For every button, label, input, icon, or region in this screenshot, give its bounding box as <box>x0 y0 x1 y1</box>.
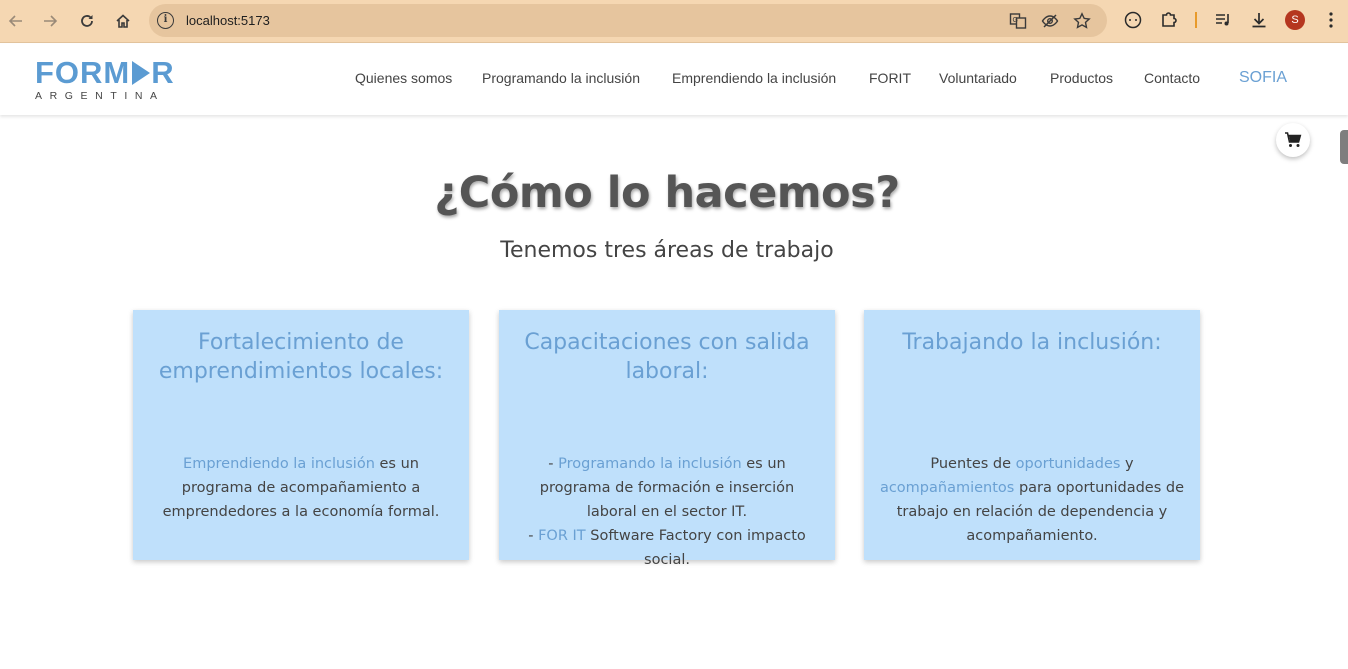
site-header: FORM R ARGENTINA Quienes somos Programand… <box>0 44 1348 115</box>
cart-icon <box>1285 132 1302 147</box>
card-body: - Programando la inclusión es un program… <box>513 452 821 572</box>
logo-text-left: FORM <box>35 55 131 90</box>
nav-emprendiendo-la-inclusion[interactable]: Emprendiendo la inclusión <box>672 70 836 86</box>
download-icon[interactable] <box>1248 10 1270 32</box>
card-text: y <box>1120 456 1134 472</box>
page-subtitle: Tenemos tres áreas de trabajo <box>500 238 834 263</box>
card-title: Fortalecimiento de emprendimientos local… <box>158 330 444 384</box>
link-programando-la-inclusion[interactable]: Programando la inclusión <box>558 456 742 472</box>
more-menu-icon[interactable] <box>1320 10 1342 32</box>
home-icon[interactable] <box>111 9 135 33</box>
link-emprendiendo-la-inclusion[interactable]: Emprendiendo la inclusión <box>183 456 375 472</box>
nav-contacto[interactable]: Contacto <box>1144 70 1200 86</box>
scrollbar-thumb[interactable] <box>1340 130 1348 164</box>
svg-text:G: G <box>1013 17 1018 24</box>
back-icon[interactable] <box>4 9 28 33</box>
media-queue-icon[interactable] <box>1212 10 1234 32</box>
reload-icon[interactable] <box>75 9 99 33</box>
address-bar[interactable]: i localhost:5173 G <box>149 4 1107 37</box>
logo-wordmark: FORM R <box>35 57 185 89</box>
bullet-dash: - <box>548 456 559 472</box>
play-triangle-icon <box>132 61 151 85</box>
nav-sofia[interactable]: SOFIA <box>1239 69 1287 87</box>
profile-avatar[interactable]: S <box>1285 10 1305 30</box>
translate-icon[interactable]: G <box>1009 12 1027 30</box>
card-text: Puentes de <box>930 456 1016 472</box>
bullet-dash: - <box>528 528 539 544</box>
url-text: localhost:5173 <box>186 13 270 28</box>
bookmark-star-icon[interactable] <box>1073 12 1091 30</box>
browser-toolbar: i localhost:5173 G S <box>0 0 1348 43</box>
card-body: Emprendiendo la inclusión es un programa… <box>147 452 455 524</box>
card-capacitaciones: Capacitaciones con salida laboral: - Pro… <box>499 310 835 568</box>
card-text: Software Factory con impacto social. <box>585 528 806 568</box>
page-title: ¿Cómo lo hacemos? <box>434 168 900 218</box>
card-trabajando-inclusion: Trabajando la inclusión: Puentes de opor… <box>864 310 1200 560</box>
puzzle-icon[interactable] <box>1158 10 1180 32</box>
site-info-icon[interactable]: i <box>157 12 174 29</box>
nav-voluntariado[interactable]: Voluntariado <box>939 70 1017 86</box>
toolbar-separator <box>1195 12 1197 28</box>
extension-circle-icon[interactable] <box>1122 10 1144 32</box>
card-title: Trabajando la inclusión: <box>902 330 1162 355</box>
link-for-it[interactable]: FOR IT <box>538 528 586 544</box>
link-acompanamientos[interactable]: acompañamientos <box>880 480 1014 496</box>
card-body: Puentes de oportunidades y acompañamient… <box>878 452 1186 548</box>
nav-programando-la-inclusion[interactable]: Programando la inclusión <box>482 70 640 86</box>
nav-productos[interactable]: Productos <box>1050 70 1113 86</box>
forward-icon[interactable] <box>38 9 62 33</box>
logo-subtitle: ARGENTINA <box>35 90 165 102</box>
nav-forit[interactable]: FORIT <box>869 70 911 86</box>
eye-off-icon[interactable] <box>1041 12 1059 30</box>
logo-text-right: R <box>151 55 175 90</box>
link-oportunidades[interactable]: oportunidades <box>1016 456 1121 472</box>
formar-logo[interactable]: FORM R ARGENTINA <box>35 57 185 105</box>
cart-button[interactable] <box>1276 123 1310 157</box>
card-emprendimientos: Fortalecimiento de emprendimientos local… <box>133 310 469 560</box>
nav-quienes-somos[interactable]: Quienes somos <box>355 70 452 86</box>
card-title: Capacitaciones con salida laboral: <box>524 330 810 384</box>
